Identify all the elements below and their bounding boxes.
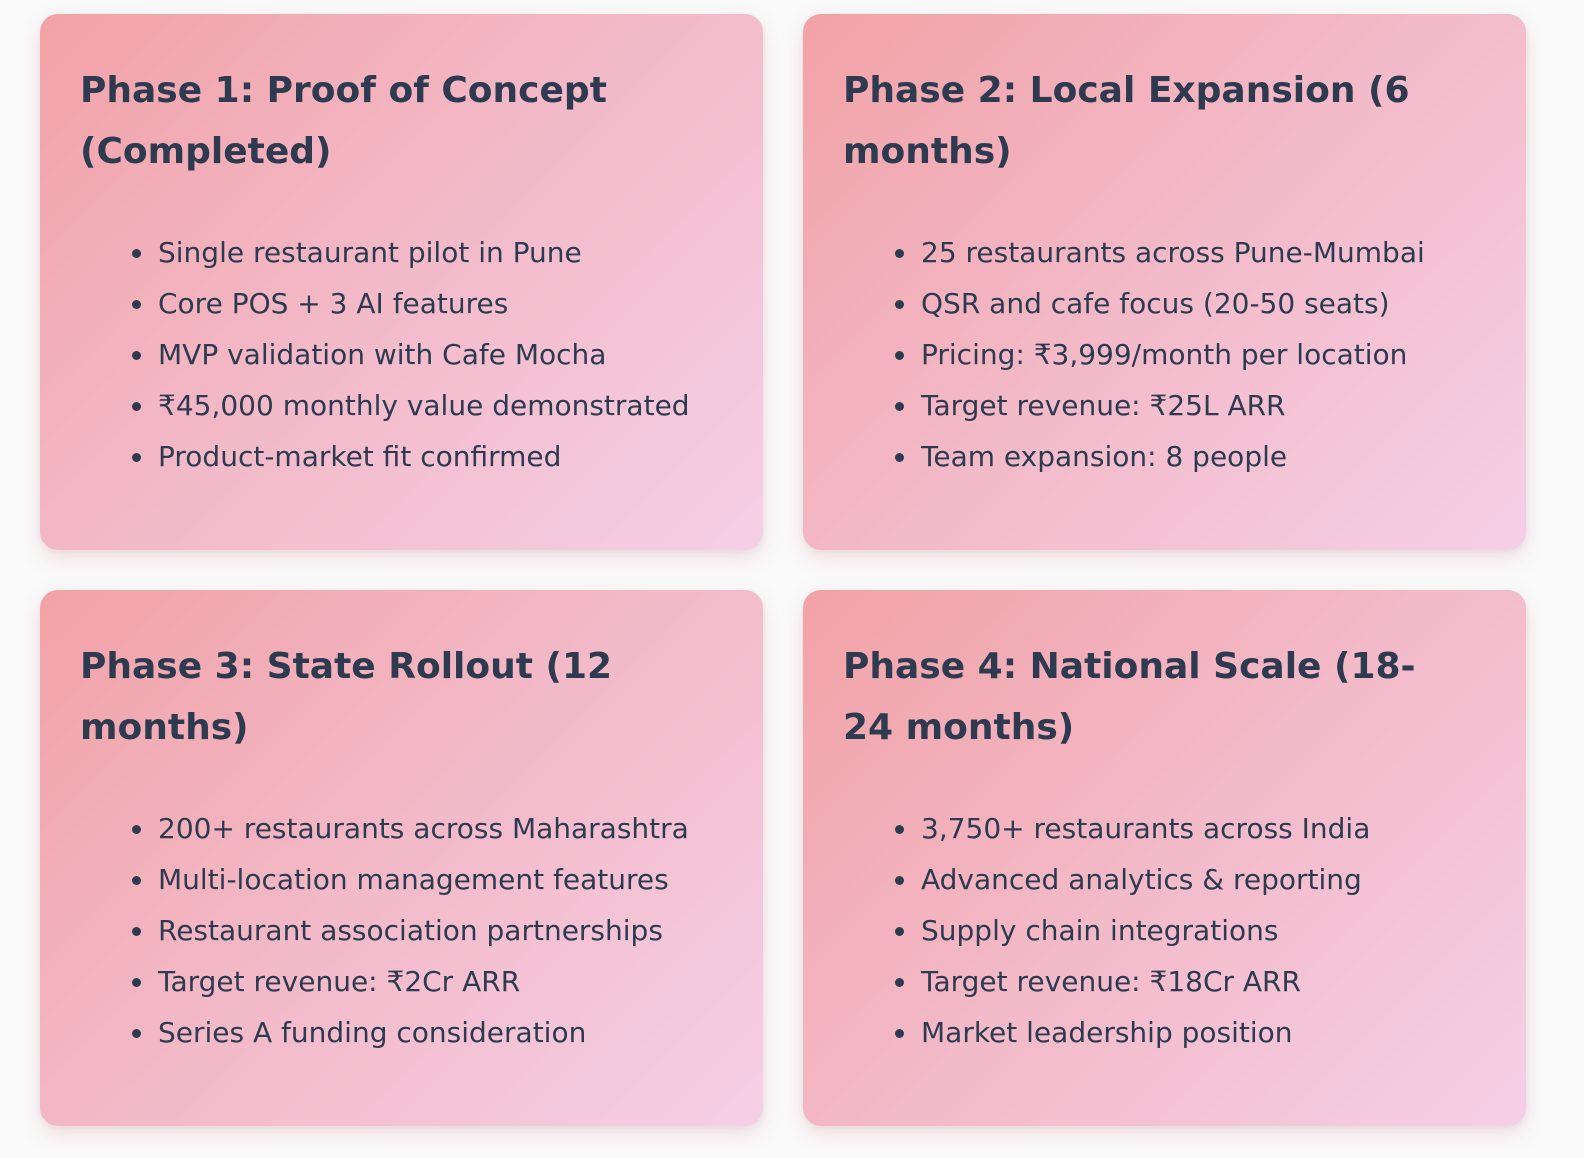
list-item: Supply chain integrations bbox=[895, 905, 1486, 956]
phase-card-3: Phase 3: State Rollout (12 months) 200+ … bbox=[40, 590, 763, 1126]
phase-title: Phase 3: State Rollout (12 months) bbox=[80, 646, 613, 748]
list-item: 25 restaurants across Pune-Mumbai bbox=[895, 227, 1486, 278]
list-item: Target revenue: ₹18Cr ARR bbox=[895, 956, 1486, 1007]
list-item: Core POS + 3 AI features bbox=[132, 278, 723, 329]
list-item: Pricing: ₹3,999/month per location bbox=[895, 329, 1486, 380]
phase-title: Phase 1: Proof of Concept (Completed) bbox=[80, 70, 607, 172]
list-item: Multi-location management features bbox=[132, 854, 723, 905]
list-item: 3,750+ restaurants across India bbox=[895, 803, 1486, 854]
phase-grid: Phase 1: Proof of Concept (Completed) Si… bbox=[0, 0, 1584, 1158]
list-item: Advanced analytics & reporting bbox=[895, 854, 1486, 905]
phase-card-2: Phase 2: Local Expansion (6 months) 25 r… bbox=[803, 14, 1526, 550]
list-item: Product-market fit confirmed bbox=[132, 431, 723, 482]
list-item: ₹45,000 monthly value demonstrated bbox=[132, 380, 723, 431]
list-item: Market leadership position bbox=[895, 1007, 1486, 1058]
phase-item-list: Single restaurant pilot in Pune Core POS… bbox=[80, 227, 723, 482]
phase-title: Phase 2: Local Expansion (6 months) bbox=[843, 70, 1410, 172]
list-item: Series A funding consideration bbox=[132, 1007, 723, 1058]
phase-item-list: 25 restaurants across Pune-Mumbai QSR an… bbox=[843, 227, 1486, 482]
list-item: Team expansion: 8 people bbox=[895, 431, 1486, 482]
phase-title: Phase 4: National Scale (18-24 months) bbox=[843, 646, 1416, 748]
phase-item-list: 3,750+ restaurants across India Advanced… bbox=[843, 803, 1486, 1058]
list-item: Target revenue: ₹2Cr ARR bbox=[132, 956, 723, 1007]
phase-item-list: 200+ restaurants across Maharashtra Mult… bbox=[80, 803, 723, 1058]
list-item: 200+ restaurants across Maharashtra bbox=[132, 803, 723, 854]
phase-card-1: Phase 1: Proof of Concept (Completed) Si… bbox=[40, 14, 763, 550]
list-item: QSR and cafe focus (20-50 seats) bbox=[895, 278, 1486, 329]
list-item: Restaurant association partnerships bbox=[132, 905, 723, 956]
list-item: Target revenue: ₹25L ARR bbox=[895, 380, 1486, 431]
list-item: Single restaurant pilot in Pune bbox=[132, 227, 723, 278]
list-item: MVP validation with Cafe Mocha bbox=[132, 329, 723, 380]
phase-card-4: Phase 4: National Scale (18-24 months) 3… bbox=[803, 590, 1526, 1126]
